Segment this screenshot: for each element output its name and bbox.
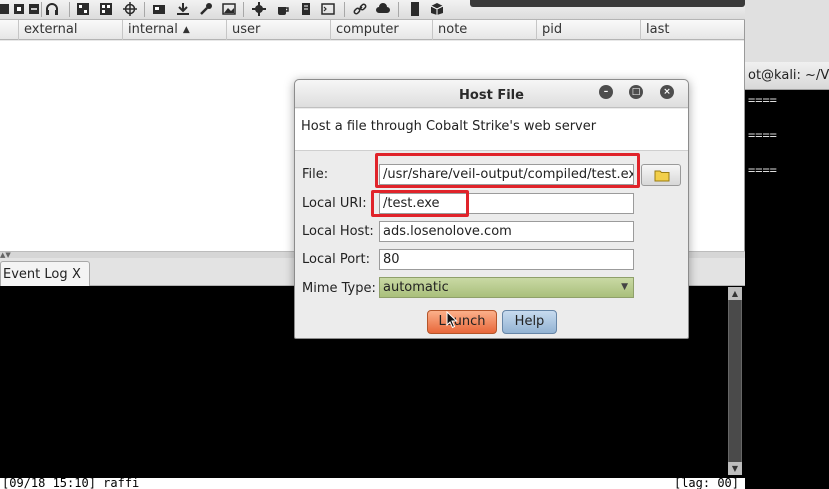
dropdown-arrow-icon: ▼ (621, 282, 628, 292)
maximize-button[interactable]: □ (629, 85, 643, 99)
terminal-line: ==== (748, 93, 777, 107)
pivot-graph-icon[interactable] (76, 2, 90, 16)
screenshots-icon[interactable] (222, 2, 236, 16)
minimize-button[interactable]: – (599, 85, 613, 99)
column-header-empty[interactable] (0, 20, 18, 40)
script-icon[interactable] (299, 2, 313, 16)
terminal-title: ot@kali: ~/Ve (748, 68, 829, 83)
folder-icon (654, 170, 670, 182)
disconnect-icon[interactable] (0, 2, 11, 16)
toolbar-separator (344, 2, 345, 17)
terminal-titlebar[interactable]: ot@kali: ~/Ve (745, 62, 829, 90)
target-icon[interactable] (123, 2, 137, 16)
column-header-internal[interactable]: internal ▲ (122, 20, 226, 40)
mime-type-select[interactable]: automatic ▼ (379, 277, 634, 298)
main-toolbar (0, 0, 745, 20)
toolbar-separator (144, 2, 145, 17)
console-scrollbar[interactable] (728, 287, 742, 475)
file-label: File: (302, 167, 329, 182)
terminal-line: ==== (748, 128, 777, 142)
local-host-input[interactable]: ads.losenolove.com (379, 221, 634, 242)
desktop-background (745, 0, 829, 62)
status-lag: [lag: 00] (673, 478, 739, 489)
coffee-icon[interactable] (276, 2, 290, 16)
headphones-icon[interactable] (45, 2, 59, 16)
preferences-icon[interactable] (27, 2, 41, 16)
dialog-titlebar[interactable]: Host File – □ × (295, 80, 688, 108)
keystrokes-icon[interactable] (199, 2, 213, 16)
downloads-icon[interactable] (176, 2, 190, 16)
host-file-dialog: Host File – □ × Host a file through Coba… (294, 79, 689, 339)
local-port-label: Local Port: (302, 252, 370, 267)
session-table-icon[interactable] (99, 2, 113, 16)
window-frame-edge (470, 0, 745, 7)
toolbar-separator (69, 2, 70, 17)
cloud-icon[interactable] (376, 2, 390, 16)
terminal-line: ==== (748, 163, 777, 177)
credentials-icon[interactable] (152, 2, 166, 16)
dialog-description: Host a file through Cobalt Strike's web … (301, 119, 597, 134)
sort-ascending-icon: ▲ (182, 25, 190, 35)
file-path-input[interactable]: /usr/share/veil-output/compiled/test.exe (379, 164, 634, 185)
column-header-pid[interactable]: pid (536, 20, 640, 40)
column-header-note[interactable]: note (432, 20, 536, 40)
dialog-description-area: Host a file through Cobalt Strike's web … (295, 109, 688, 151)
scroll-up-icon[interactable]: ▲ (728, 287, 742, 300)
console-status-bar: [09/18 15:10] raffi [lag: 00] (0, 478, 745, 489)
local-host-label: Local Host: (302, 224, 374, 239)
local-port-input[interactable]: 80 (379, 249, 634, 270)
toolbar-separator (398, 2, 399, 17)
launch-button[interactable]: Launch (427, 310, 497, 334)
help-button[interactable]: Help (502, 310, 557, 334)
mime-type-value: automatic (383, 280, 449, 295)
settings-icon[interactable] (252, 2, 266, 16)
column-header-user[interactable]: user (226, 20, 330, 40)
console-icon[interactable] (321, 2, 335, 16)
cobalt-strike-window: external internal ▲ user computer note pi… (0, 0, 829, 489)
sessions-table-header: external internal ▲ user computer note pi… (0, 20, 745, 40)
tab-label: Event Log (3, 267, 68, 282)
scroll-down-icon[interactable]: ▼ (728, 462, 742, 475)
link-icon[interactable] (353, 2, 367, 16)
mouse-cursor-icon (446, 311, 458, 329)
local-uri-label: Local URI: (302, 196, 367, 211)
terminal-window[interactable]: ot@kali: ~/Ve ==== ==== ==== (745, 0, 829, 489)
tab-close-button[interactable]: X (72, 267, 81, 282)
local-uri-input[interactable]: /test.exe (379, 193, 634, 214)
browse-button[interactable] (641, 164, 681, 186)
new-connection-icon[interactable] (12, 2, 26, 16)
column-header-last[interactable]: last (640, 20, 745, 40)
column-header-computer[interactable]: computer (330, 20, 432, 40)
tab-event-log[interactable]: Event Log X (0, 261, 90, 286)
package-icon[interactable] (430, 2, 444, 16)
column-header-external[interactable]: external (18, 20, 122, 40)
close-button[interactable]: × (660, 85, 674, 99)
toolbar-separator (243, 2, 244, 17)
log-icon[interactable] (408, 2, 422, 16)
mime-type-label: Mime Type: (302, 281, 376, 296)
status-timestamp-user: [09/18 15:10] raffi (2, 478, 140, 489)
toolbar-separator (41, 2, 42, 17)
